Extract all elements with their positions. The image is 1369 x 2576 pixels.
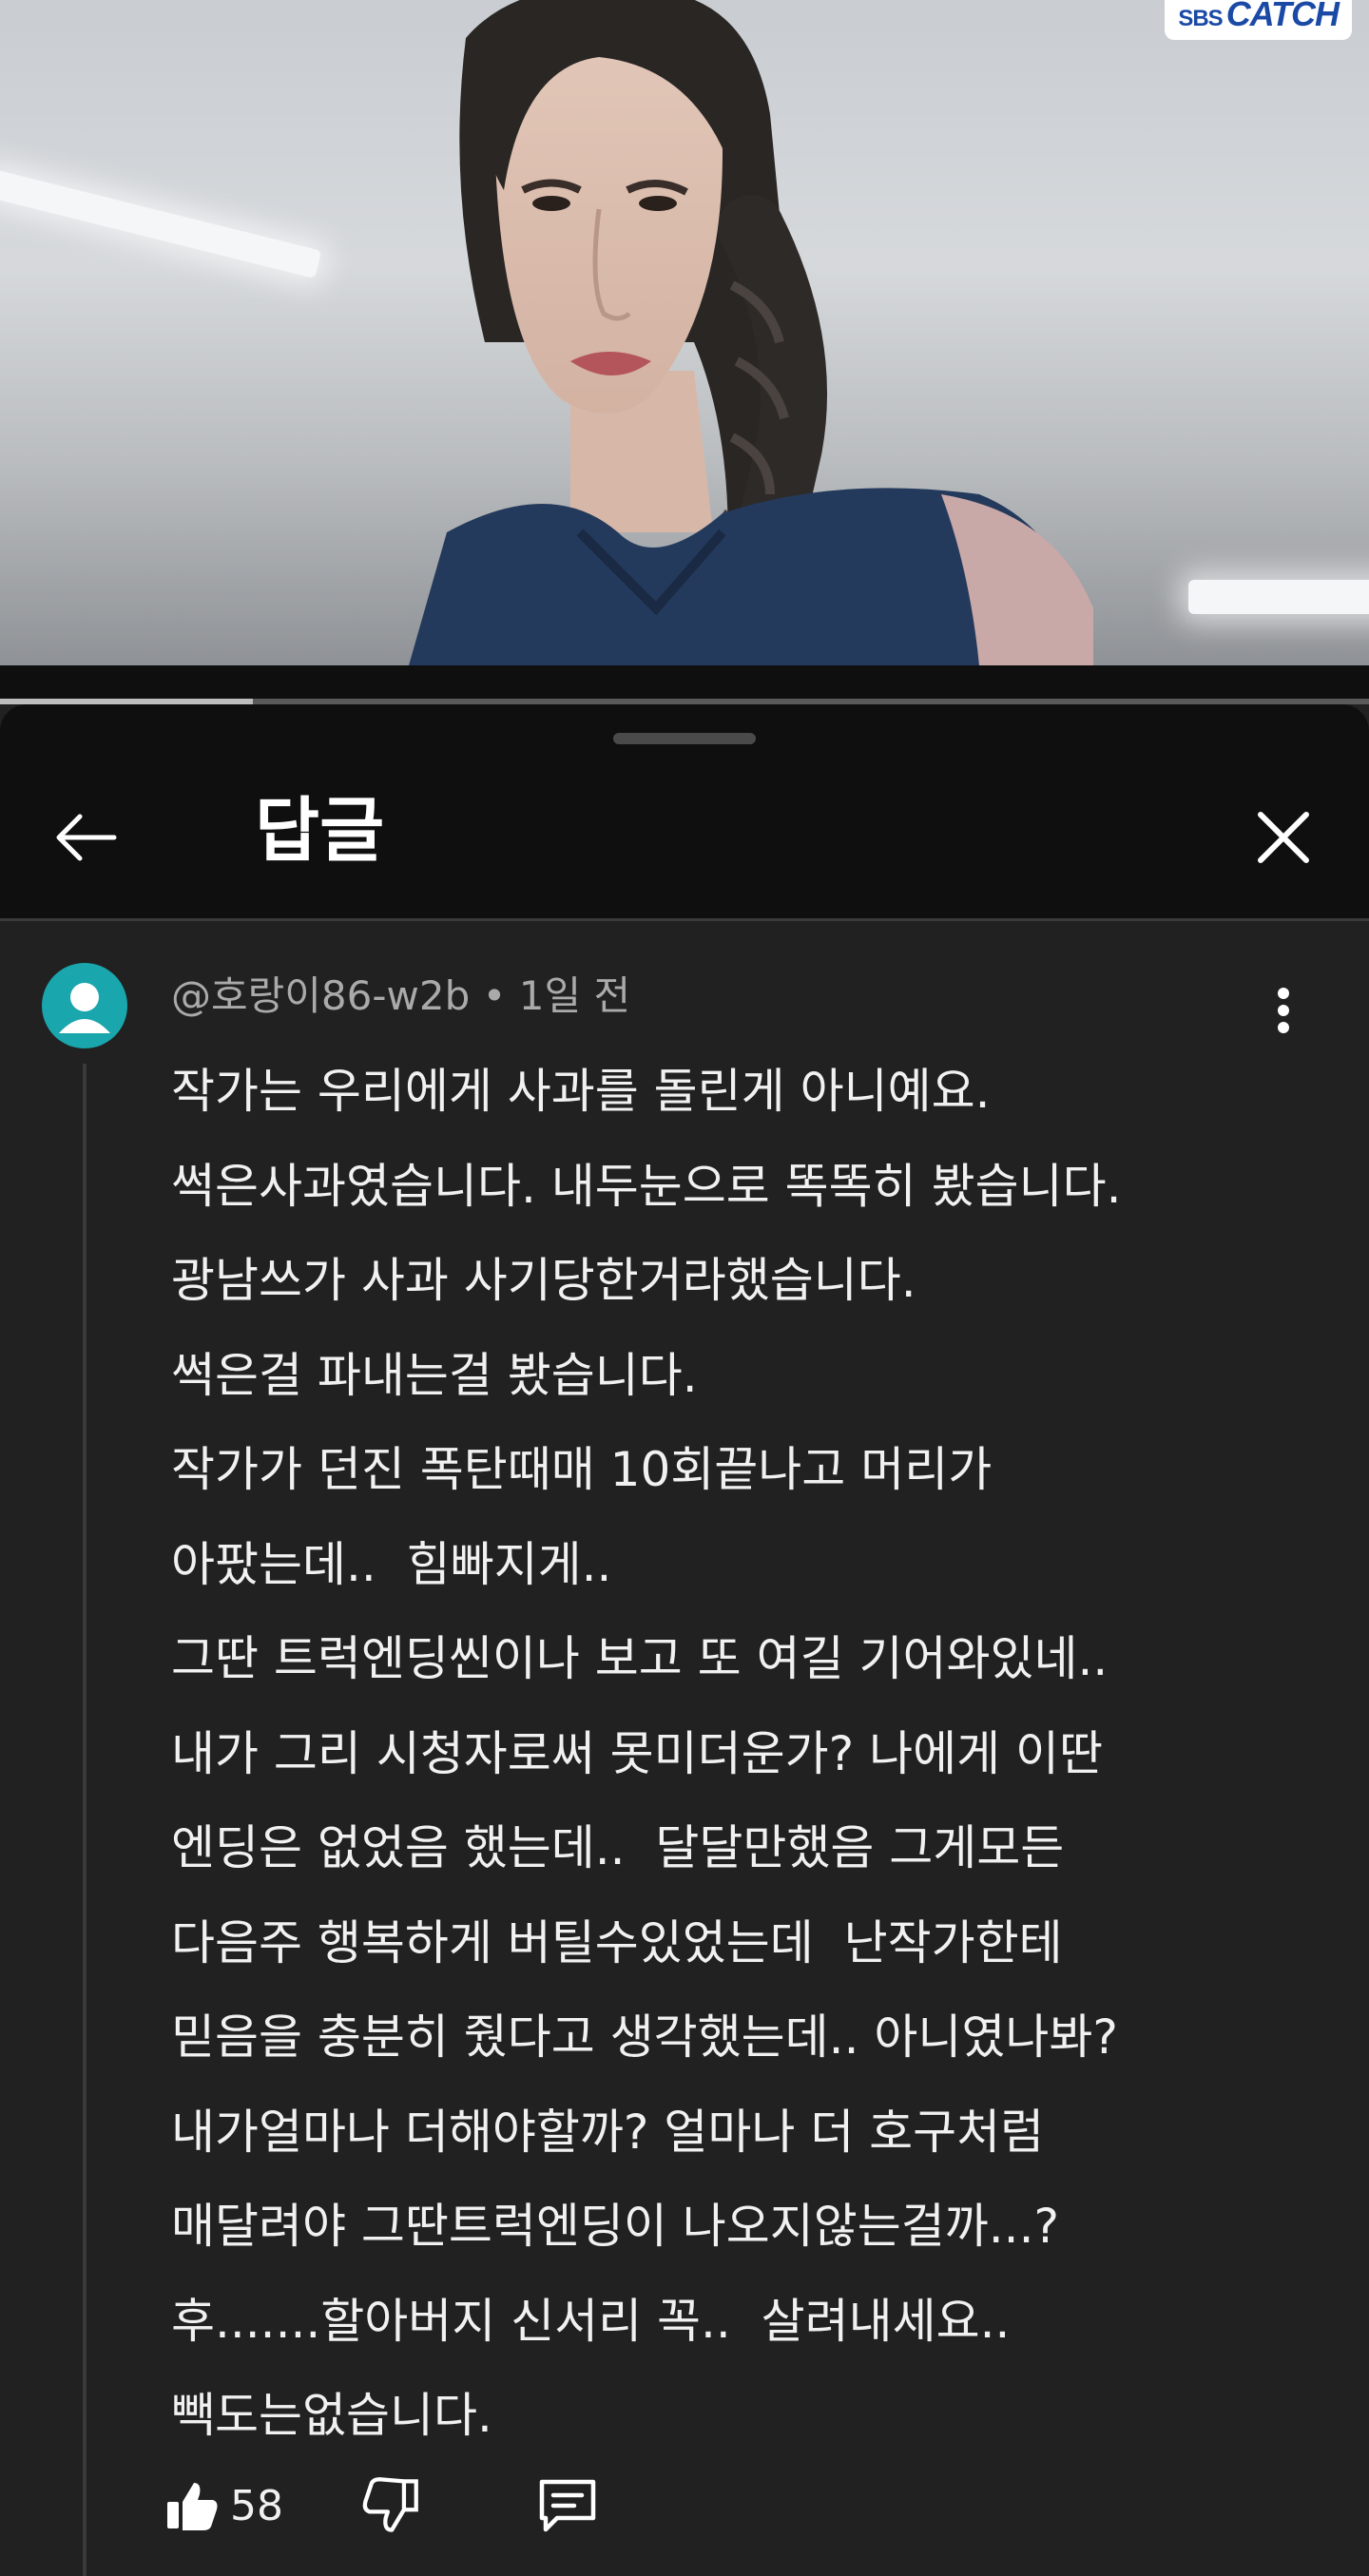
watermark-main: CATCH xyxy=(1225,0,1340,33)
replies-panel: 답글 @호랑이86-w2b • 1일 전 작가는 우리에게 사과를 돌린게 아니… xyxy=(0,704,1369,2576)
comment-line: 다음주 행복하게 버틸수있었는데 난작가한테 xyxy=(171,1914,1063,1970)
video-frame-figure xyxy=(409,0,1093,665)
meta-separator: • xyxy=(482,972,507,1019)
comment-line: 믿음을 충분히 줬다고 생각했는데.. 아니였나봐? xyxy=(171,2009,1118,2065)
comment-meta: @호랑이86-w2b • 1일 전 xyxy=(171,972,630,1020)
comment-line: 내가얼마나 더해야할까? 얼마나 더 호구처럼 xyxy=(171,2104,1045,2160)
thumb-up-icon xyxy=(167,2483,218,2530)
like-button[interactable]: 58 xyxy=(164,2477,283,2534)
comment-line: 작가는 우리에게 사과를 돌린게 아니예요. xyxy=(171,1064,991,1119)
video-player[interactable]: SBS CATCH xyxy=(0,0,1369,665)
panel-header: 답글 xyxy=(0,704,1369,918)
back-button[interactable] xyxy=(48,799,124,875)
panel-title: 답글 xyxy=(255,790,385,872)
like-count: 58 xyxy=(230,2481,283,2530)
comment-text: 작가는 우리에게 사과를 돌린게 아니예요. 썩은사과였습니다. 내두눈으로 똑… xyxy=(171,1045,1340,2464)
comment-line: 광남쓰가 사과 사기당한거라했습니다. xyxy=(171,1253,916,1308)
comment-line: 매달려야 그딴트럭엔딩이 나오지않는걸까...? xyxy=(171,2199,1060,2254)
comment-line: 엔딩은 없었음 했는데.. 달달만했음 그게모든 xyxy=(171,1820,1065,1875)
video-bottom-bar xyxy=(0,665,1369,699)
dislike-button[interactable] xyxy=(359,2475,420,2536)
comment-line: 내가 그리 시청자로써 못미더운가? 나에게 이딴 xyxy=(171,1725,1104,1781)
default-avatar-icon xyxy=(59,983,110,1033)
comment-line: 썩은사과였습니다. 내두눈으로 똑똑히 봤습니다. xyxy=(171,1158,1122,1214)
drag-handle[interactable] xyxy=(613,733,756,744)
watermark-prefix: SBS xyxy=(1178,6,1223,31)
ceiling-light xyxy=(0,167,322,279)
channel-watermark: SBS CATCH xyxy=(1165,0,1352,40)
thumb-down-icon xyxy=(362,2477,418,2532)
close-icon xyxy=(1258,812,1309,863)
close-button[interactable] xyxy=(1245,799,1321,875)
reply-button[interactable] xyxy=(536,2474,599,2537)
comment-line: 작가가 던진 폭탄때매 10회끝나고 머리가 xyxy=(171,1442,993,1497)
comment-actions: 58 xyxy=(164,2468,599,2544)
more-options-button[interactable] xyxy=(1255,972,1312,1048)
comment-line: 아팠는데.. 힘빠지게.. xyxy=(171,1536,612,1592)
more-vert-icon xyxy=(1278,988,1289,1033)
comment-author[interactable]: @호랑이86-w2b xyxy=(171,972,470,1019)
thread-line xyxy=(83,1064,87,2576)
ceiling-light xyxy=(1188,580,1369,614)
avatar[interactable] xyxy=(42,963,127,1048)
arrow-left-icon xyxy=(56,814,117,861)
comment-time: 1일 전 xyxy=(518,972,631,1019)
comment-line: 빽도는없습니다. xyxy=(171,2388,492,2443)
comment-line: 후.......할아버지 신서리 꼭.. 살려내세요.. xyxy=(171,2293,1011,2349)
comment-icon xyxy=(539,2479,596,2532)
comment-line: 썩은걸 파내는걸 봤습니다. xyxy=(171,1347,698,1403)
comment-line: 그딴 트럭엔딩씬이나 보고 또 여길 기어와있네.. xyxy=(171,1631,1109,1686)
header-divider xyxy=(0,918,1369,921)
